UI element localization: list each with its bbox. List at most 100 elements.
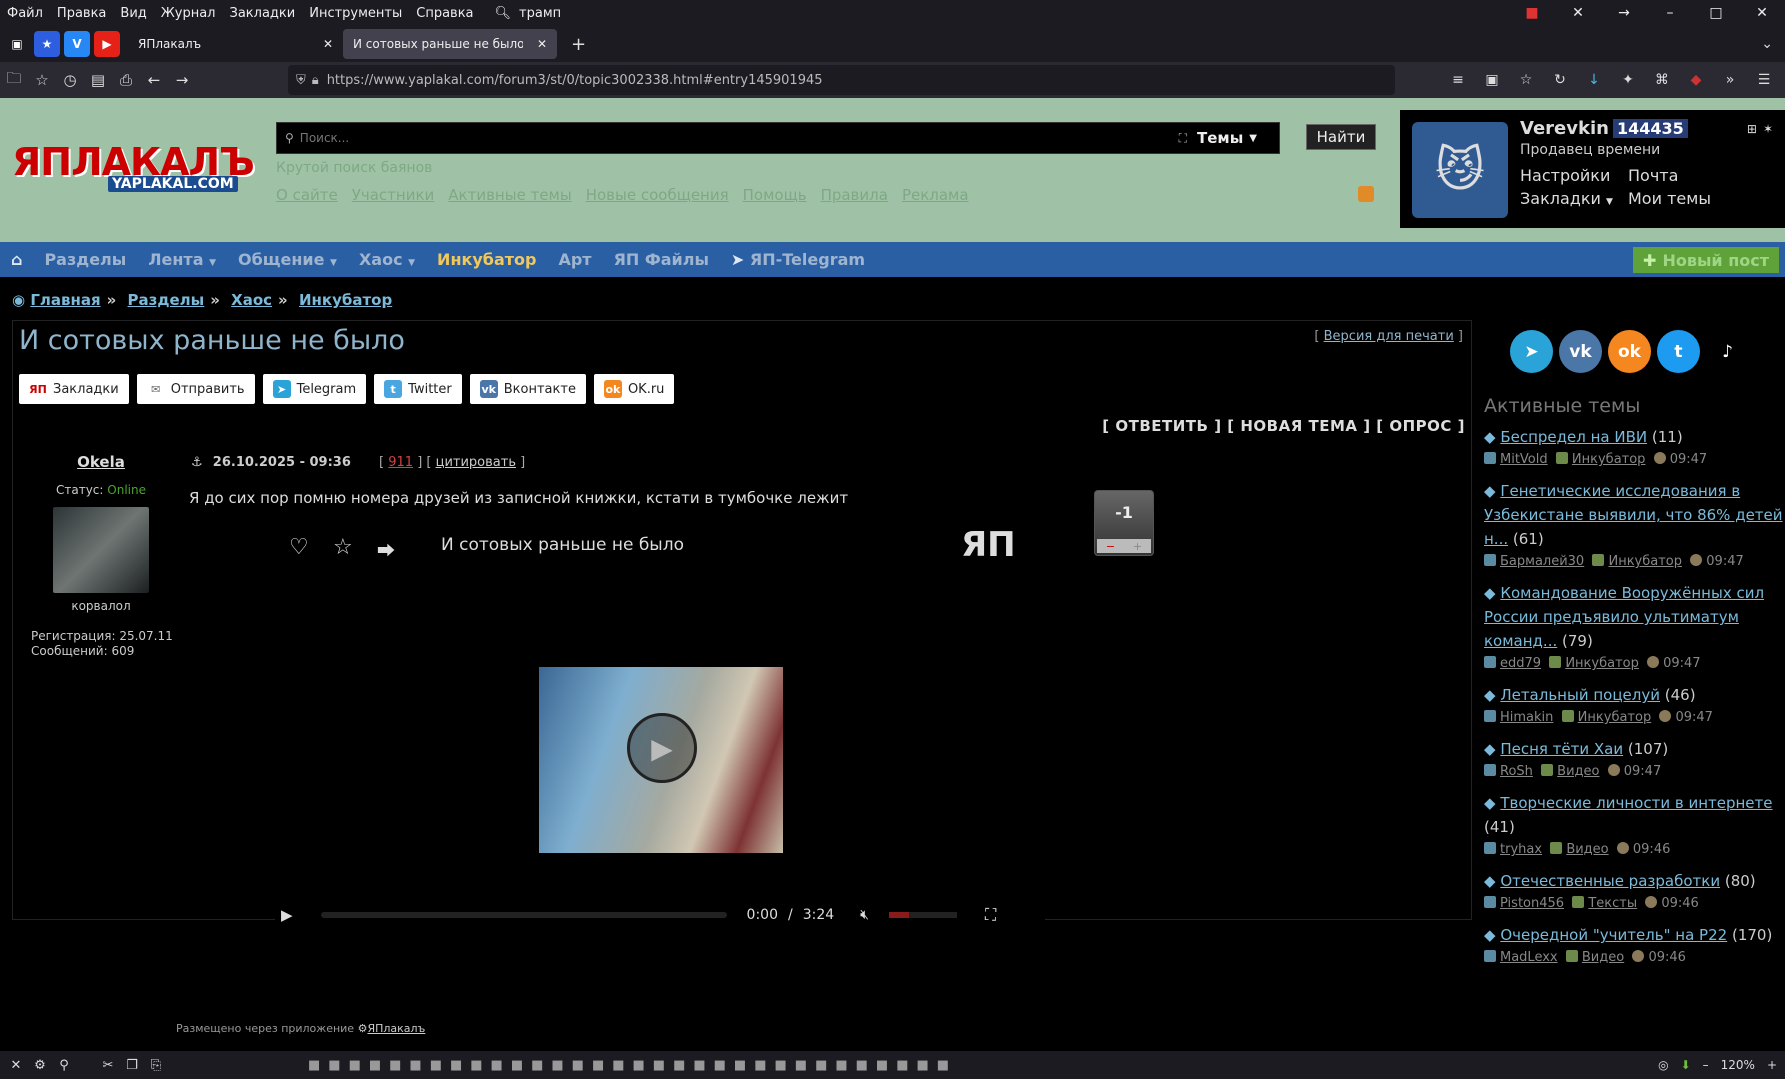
menu-view[interactable]: Вид <box>113 6 153 21</box>
volume-icon[interactable]: 🔇︎ <box>860 907 869 923</box>
close-search-icon[interactable]: ✕ <box>1555 5 1601 21</box>
reload-icon[interactable]: ↻ <box>1545 72 1575 88</box>
search-scope-select[interactable]: Темы ▼ <box>1175 123 1279 153</box>
ok-icon[interactable]: ok <box>1608 330 1651 373</box>
add-icon[interactable]: ⊞ <box>1747 122 1757 136</box>
ublock-icon[interactable]: ◆ <box>1681 72 1711 88</box>
topic-section[interactable]: Видео <box>1566 842 1608 857</box>
pinned-tab-youtube[interactable]: ▶ <box>94 31 120 57</box>
author-avatar[interactable] <box>53 507 149 593</box>
breadcrumb-incubator[interactable]: Инкубатор <box>299 291 392 309</box>
history-icon[interactable]: ◷ <box>56 71 84 89</box>
topic-link[interactable]: Песня тёти Хаи <box>1500 740 1623 758</box>
pinned-tab-2[interactable]: ★ <box>34 31 60 57</box>
share-twitter-button[interactable]: t Twitter <box>374 374 462 404</box>
topic-link[interactable]: Летальный поцелуй <box>1500 686 1660 704</box>
topic-section[interactable]: Инкубатор <box>1572 452 1646 467</box>
nav-chat[interactable]: Общение ▼ <box>227 250 348 269</box>
folder-icon[interactable]: 🗀︎ <box>0 68 28 93</box>
twitter-icon[interactable]: t <box>1657 330 1700 373</box>
link-active-topics[interactable]: Активные темы <box>448 186 571 204</box>
minus-button[interactable]: − <box>1106 540 1115 553</box>
link-ads[interactable]: Реклама <box>902 186 969 204</box>
find-button[interactable]: Найти <box>1306 124 1376 150</box>
topic-section[interactable]: Тексты <box>1588 896 1637 911</box>
print-icon[interactable]: ⎙ <box>112 71 140 89</box>
topic-link[interactable]: Очередной "учитель" на Р22 <box>1500 926 1727 944</box>
puzzle-icon[interactable]: ⌘ <box>1647 72 1677 88</box>
print-version-link[interactable]: Версия для печати <box>1324 329 1454 344</box>
topic-section[interactable]: Инкубатор <box>1608 554 1682 569</box>
home-icon[interactable]: ⌂ <box>0 250 33 269</box>
nav-files[interactable]: ЯП Файлы <box>603 250 720 269</box>
settings-link[interactable]: Настройки <box>1520 166 1628 185</box>
minimize-button[interactable]: – <box>1647 5 1693 21</box>
close-icon[interactable]: ✕ <box>537 37 547 51</box>
menu-file[interactable]: Файл <box>0 6 50 21</box>
share-vk-button[interactable]: vk Вконтакте <box>469 374 586 404</box>
topic-user[interactable]: Himakin <box>1500 710 1553 725</box>
mail-link[interactable]: Почта <box>1628 166 1728 185</box>
topic-link[interactable]: Отечественные разработки <box>1500 872 1720 890</box>
pin-icon[interactable]: ✶ <box>1763 122 1773 136</box>
new-post-button[interactable]: ✚ Новый пост <box>1633 247 1779 273</box>
nav-feed[interactable]: Лента ▼ <box>137 250 227 269</box>
save-icon[interactable]: ▣ <box>1477 72 1507 88</box>
pinned-tab-vk[interactable]: V <box>64 31 90 57</box>
back-button[interactable]: ← <box>140 71 168 89</box>
link-new-messages[interactable]: Новые сообщения <box>586 186 729 204</box>
post-number[interactable]: 911 <box>388 455 413 470</box>
quick-search[interactable]: 🔍︎ трамп <box>495 6 562 21</box>
play-button[interactable]: ▶ <box>281 906 293 924</box>
telegram-icon[interactable]: ➤ <box>1510 330 1553 373</box>
menu-edit[interactable]: Правка <box>50 6 113 21</box>
topic-user[interactable]: RoSh <box>1500 764 1533 779</box>
volume-slider[interactable] <box>889 912 957 918</box>
link-help[interactable]: Помощь <box>743 186 807 204</box>
topic-section[interactable]: Видео <box>1582 950 1624 965</box>
nav-incubator[interactable]: Инкубатор <box>426 250 547 269</box>
clipboard-icon[interactable]: ⎘ <box>144 1058 168 1073</box>
topic-user[interactable]: Piston456 <box>1500 896 1564 911</box>
vk-icon[interactable]: vk <box>1559 330 1602 373</box>
extension-icon[interactable]: ✦ <box>1613 72 1643 88</box>
gear-icon[interactable]: ⚙ <box>28 1058 52 1073</box>
site-search[interactable]: ⚲ ⛶ Темы ▼ <box>276 122 1280 154</box>
download-icon[interactable]: ↓ <box>1579 72 1609 88</box>
share-ok-button[interactable]: ok OK.ru <box>593 374 675 404</box>
close-icon[interactable]: ✕ <box>4 1058 28 1073</box>
tray-icon[interactable]: ◎ <box>1658 1058 1668 1072</box>
topic-user[interactable]: tryhax <box>1500 842 1542 857</box>
heart-icon[interactable]: ♡ <box>289 535 309 560</box>
topic-link[interactable]: Творческие личности в интернете <box>1500 794 1772 812</box>
arrow-down-icon[interactable]: ⬇ <box>1681 1058 1691 1072</box>
star-icon[interactable]: ☆ <box>1511 72 1541 88</box>
new-tab-button[interactable]: + <box>571 34 586 55</box>
zoom-in-button[interactable]: + <box>1767 1058 1777 1072</box>
avatar[interactable]: 😼︎ <box>1412 122 1508 218</box>
tiktok-icon[interactable]: ♪ <box>1706 330 1749 373</box>
rss-icon[interactable] <box>1358 186 1374 202</box>
link-members[interactable]: Участники <box>352 186 435 204</box>
overflow-icon[interactable]: » <box>1715 72 1745 88</box>
app-icons[interactable]: ■■■■■■■■■■■■■■■■■■■■■■■■■■■■■■■■ <box>308 1058 1168 1073</box>
quote-link[interactable]: цитировать <box>436 455 516 470</box>
zoom-out-button[interactable]: – <box>1703 1058 1709 1072</box>
share-send-button[interactable]: ✉ Отправить <box>136 374 255 404</box>
hamburger-menu-icon[interactable]: ☰ <box>1749 72 1779 88</box>
my-topics-link[interactable]: Мои темы <box>1628 189 1728 208</box>
nav-telegram[interactable]: ➤ ЯП-Telegram <box>720 250 876 269</box>
topic-section[interactable]: Видео <box>1557 764 1599 779</box>
menu-history[interactable]: Журнал <box>154 6 223 21</box>
topic-actions[interactable]: [ ОТВЕТИТЬ ] [ НОВАЯ ТЕМА ] [ ОПРОС ] <box>1102 417 1465 435</box>
plus-button[interactable]: + <box>1133 540 1142 553</box>
topic-user[interactable]: edd79 <box>1500 656 1541 671</box>
progress-bar[interactable] <box>320 912 727 918</box>
url-bar[interactable]: ⛨ 🔒︎ https://www.yaplakal.com/forum3/st/… <box>288 65 1395 95</box>
site-logo[interactable]: ЯПЛАКАЛЪ YAPLAKAL.COM <box>12 140 255 192</box>
chevron-down-icon[interactable]: ⌄ <box>1761 36 1773 52</box>
breadcrumb-home[interactable]: Главная <box>30 291 100 309</box>
topic-user[interactable]: Бармалей30 <box>1500 554 1584 569</box>
star-icon[interactable]: ☆ <box>333 535 353 560</box>
close-window-button[interactable]: ✕ <box>1739 5 1785 21</box>
